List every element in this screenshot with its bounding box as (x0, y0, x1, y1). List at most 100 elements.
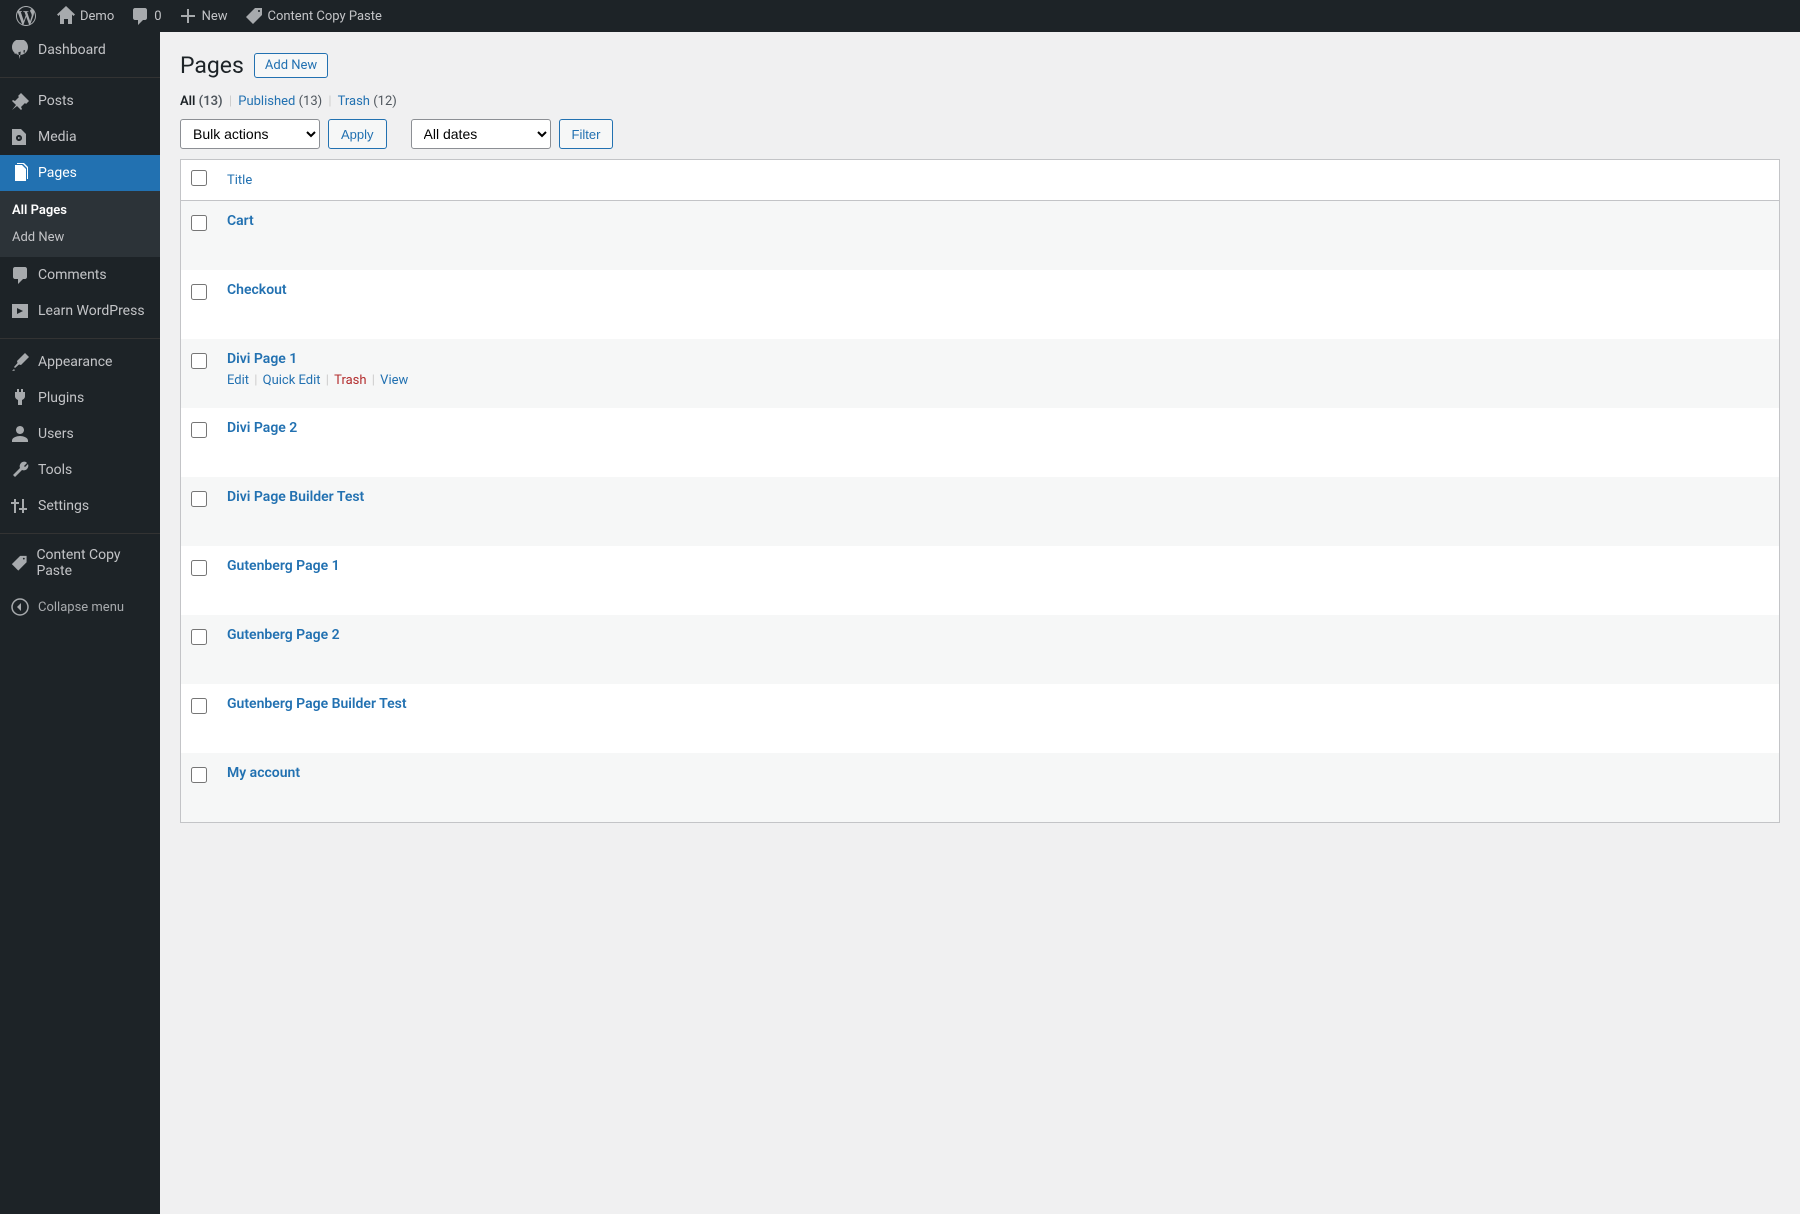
quick-edit-link[interactable]: Quick Edit (263, 373, 321, 388)
filter-trash[interactable]: Trash (12) (338, 94, 397, 109)
sidebar-item-comments[interactable]: Comments (0, 257, 160, 293)
table-row: Gutenberg Page 2Edit | Quick Edit | Tras… (181, 615, 1779, 684)
page-header: Pages Add New (180, 52, 1780, 79)
row-checkbox[interactable] (191, 215, 207, 231)
row-checkbox[interactable] (191, 629, 207, 645)
wp-logo[interactable] (8, 0, 48, 32)
dashboard-icon (10, 40, 30, 60)
site-name-link[interactable]: Demo (48, 0, 122, 32)
sidebar-item-label: Media (38, 129, 77, 145)
select-all-header (181, 160, 217, 201)
add-new-button[interactable]: Add New (254, 53, 328, 78)
comments-link[interactable]: 0 (122, 0, 169, 32)
row-checkbox-cell (181, 339, 217, 408)
table-row: CheckoutEdit | Quick Edit | Trash | View (181, 270, 1779, 339)
tablenav-top: Bulk actions Apply All dates Filter (180, 119, 1780, 149)
apply-button[interactable]: Apply (328, 119, 387, 149)
row-title-cell: CheckoutEdit | Quick Edit | Trash | View (217, 270, 1779, 339)
media-icon (10, 127, 30, 147)
page-title-link[interactable]: Checkout (227, 282, 287, 298)
sidebar-item-label: Pages (38, 165, 77, 181)
row-checkbox[interactable] (191, 491, 207, 507)
page-title-link[interactable]: Divi Page 2 (227, 420, 297, 436)
comment-icon (10, 265, 30, 285)
collapse-menu[interactable]: Collapse menu (0, 587, 160, 627)
row-checkbox-cell (181, 408, 217, 477)
bulk-actions-select[interactable]: Bulk actions (180, 119, 320, 149)
row-title-cell: CartEdit | Quick Edit | Trash | View (217, 201, 1779, 270)
submenu-item-add-new[interactable]: Add New (0, 224, 160, 251)
page-title-link[interactable]: Gutenberg Page 1 (227, 558, 340, 574)
sidebar-item-label: Plugins (38, 390, 84, 406)
page-title: Pages (180, 52, 244, 79)
brush-icon (10, 352, 30, 372)
title-column-header[interactable]: Title (217, 160, 1779, 201)
row-checkbox-cell (181, 546, 217, 615)
new-content-link[interactable]: New (170, 0, 236, 32)
sidebar-item-label: Content Copy Paste (36, 547, 150, 579)
row-checkbox[interactable] (191, 422, 207, 438)
sidebar-item-dashboard[interactable]: Dashboard (0, 32, 160, 68)
home-icon (56, 6, 76, 26)
sidebar-item-tools[interactable]: Tools (0, 452, 160, 488)
sidebar-item-learn-wp[interactable]: Learn WordPress (0, 293, 160, 329)
trash-link[interactable]: Trash (334, 373, 366, 388)
row-checkbox[interactable] (191, 698, 207, 714)
tag-icon (10, 553, 28, 573)
sidebar-item-media[interactable]: Media (0, 119, 160, 155)
row-checkbox-cell (181, 753, 217, 822)
plus-icon (178, 6, 198, 26)
submenu-item-all-pages[interactable]: All Pages (0, 197, 160, 224)
row-checkbox-cell (181, 684, 217, 753)
wrench-icon (10, 460, 30, 480)
row-title-cell: Gutenberg Page 1Edit | Quick Edit | Tras… (217, 546, 1779, 615)
view-link[interactable]: View (380, 373, 408, 388)
collapse-label: Collapse menu (38, 600, 124, 615)
sidebar-item-label: Settings (38, 498, 89, 514)
row-title-cell: Gutenberg Page Builder TestEdit | Quick … (217, 684, 1779, 753)
table-row: Divi Page 1Edit | Quick Edit | Trash | V… (181, 339, 1779, 408)
plugin-label: Content Copy Paste (268, 9, 382, 24)
sidebar-item-appearance[interactable]: Appearance (0, 344, 160, 380)
sidebar-item-plugins[interactable]: Plugins (0, 380, 160, 416)
sidebar-item-content-copy-paste[interactable]: Content Copy Paste (0, 539, 160, 587)
table-row: CartEdit | Quick Edit | Trash | View (181, 201, 1779, 270)
table-row: Gutenberg Page Builder TestEdit | Quick … (181, 684, 1779, 753)
user-icon (10, 424, 30, 444)
date-filter-select[interactable]: All dates (411, 119, 551, 149)
page-title-link[interactable]: Cart (227, 213, 254, 229)
select-all-checkbox[interactable] (191, 170, 207, 186)
edit-link[interactable]: Edit (227, 373, 249, 388)
status-filters: All (13) | Published (13) | Trash (12) (180, 94, 1780, 109)
plugin-link[interactable]: Content Copy Paste (236, 0, 390, 32)
filter-all[interactable]: All (13) (180, 94, 226, 109)
sidebar-item-users[interactable]: Users (0, 416, 160, 452)
row-checkbox[interactable] (191, 353, 207, 369)
table-row: Divi Page 2Edit | Quick Edit | Trash | V… (181, 408, 1779, 477)
row-checkbox[interactable] (191, 767, 207, 783)
page-title-link[interactable]: My account (227, 765, 300, 781)
sidebar-item-label: Appearance (38, 354, 112, 370)
page-title-link[interactable]: Gutenberg Page Builder Test (227, 696, 407, 712)
row-checkbox[interactable] (191, 284, 207, 300)
page-title-link[interactable]: Gutenberg Page 2 (227, 627, 340, 643)
main-content: Pages Add New All (13) | Published (13) … (160, 32, 1800, 863)
row-checkbox-cell (181, 270, 217, 339)
table-row: My accountEdit | Quick Edit | Trash | Vi… (181, 753, 1779, 822)
sidebar-item-settings[interactable]: Settings (0, 488, 160, 524)
sidebar-item-posts[interactable]: Posts (0, 83, 160, 119)
row-title-cell: Divi Page Builder TestEdit | Quick Edit … (217, 477, 1779, 546)
sidebar-item-label: Users (38, 426, 74, 442)
page-title-link[interactable]: Divi Page Builder Test (227, 489, 364, 505)
row-checkbox[interactable] (191, 560, 207, 576)
page-title-link[interactable]: Divi Page 1 (227, 351, 297, 367)
row-title-cell: Gutenberg Page 2Edit | Quick Edit | Tras… (217, 615, 1779, 684)
sidebar-item-pages[interactable]: Pages (0, 155, 160, 191)
filter-button[interactable]: Filter (559, 119, 614, 149)
filter-published[interactable]: Published (13) (238, 94, 325, 109)
row-checkbox-cell (181, 477, 217, 546)
sidebar-item-label: Posts (38, 93, 74, 109)
comment-icon (130, 6, 150, 26)
table-row: Gutenberg Page 1Edit | Quick Edit | Tras… (181, 546, 1779, 615)
admin-sidebar: Dashboard Posts Media Pages All Pages Ad… (0, 32, 160, 1214)
